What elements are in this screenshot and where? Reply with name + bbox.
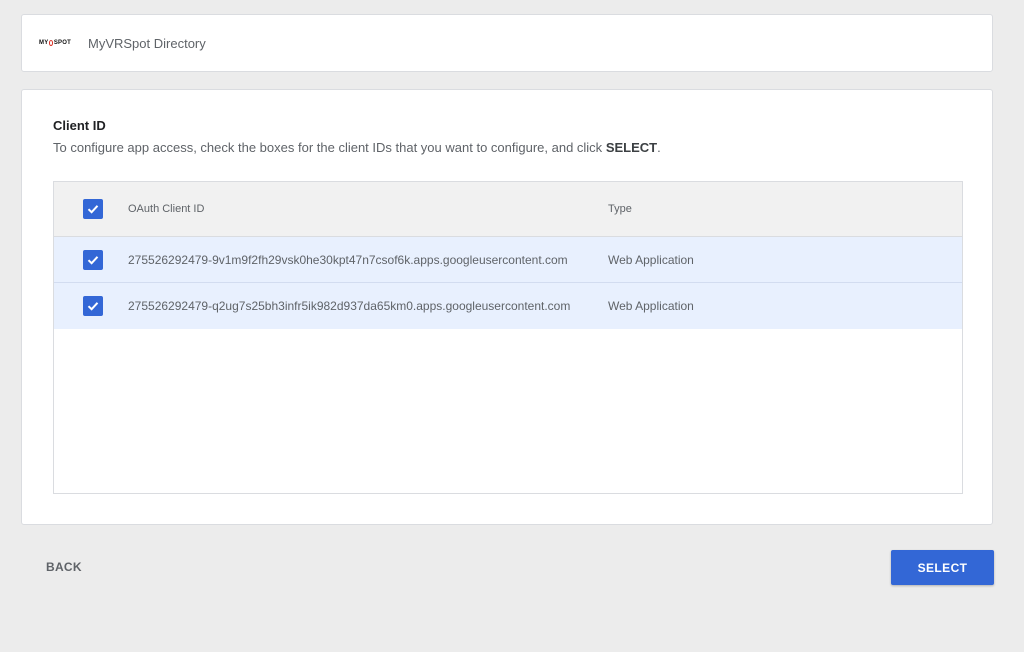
back-button[interactable]: BACK [36,552,92,582]
select-button[interactable]: SELECT [891,550,994,585]
type-cell: Web Application [608,299,694,313]
select-all-checkbox[interactable] [83,199,103,219]
section-description: To configure app access, check the boxes… [53,140,661,155]
table-row[interactable]: 275526292479-q2ug7s25bh3infr5ik982d937da… [54,283,962,329]
description-bold: SELECT [605,140,658,155]
app-name: MyVRSpot Directory [88,35,206,51]
check-icon [87,255,99,265]
row-checkbox[interactable] [83,249,103,270]
logo-text-left: MY [39,40,49,46]
client-id-card: Client ID To configure app access, check… [21,89,993,525]
myvrspot-logo: MY SPOT [39,38,71,48]
app-header-card: MY SPOT MyVRSpot Directory [21,14,993,72]
table-row[interactable]: 275526292479-9v1m9f2fh29vsk0he30kpt47n7c… [54,237,962,283]
check-icon [87,205,99,214]
description-suffix: . [657,140,661,155]
column-header-type[interactable]: Type [608,203,632,215]
table-header: OAuth Client ID Type [54,182,962,237]
logo-ring-icon [48,40,54,46]
client-id-table: OAuth Client ID Type 275526292479-9v1m9f… [53,181,963,494]
row-checkbox[interactable] [83,296,103,316]
client-id-cell: 275526292479-q2ug7s25bh3infr5ik982d937da… [128,299,571,313]
logo-text-right: SPOT [53,40,71,46]
check-icon [87,302,99,311]
type-cell: Web Application [608,252,694,267]
description-prefix: To configure app access, check the boxes… [53,140,606,155]
client-id-cell: 275526292479-9v1m9f2fh29vsk0he30kpt47n7c… [128,252,568,267]
column-header-client-id[interactable]: OAuth Client ID [128,203,204,215]
section-title: Client ID [53,118,106,133]
